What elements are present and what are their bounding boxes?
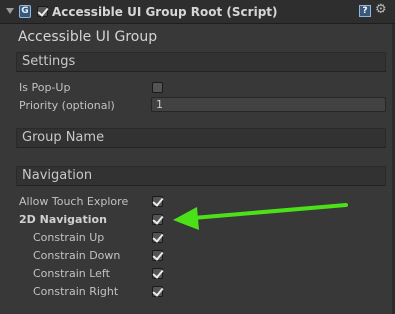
annotation-arrow-shaft <box>191 203 348 220</box>
annotation-arrow-head <box>173 207 199 230</box>
annotation-arrow-icon <box>173 203 348 230</box>
